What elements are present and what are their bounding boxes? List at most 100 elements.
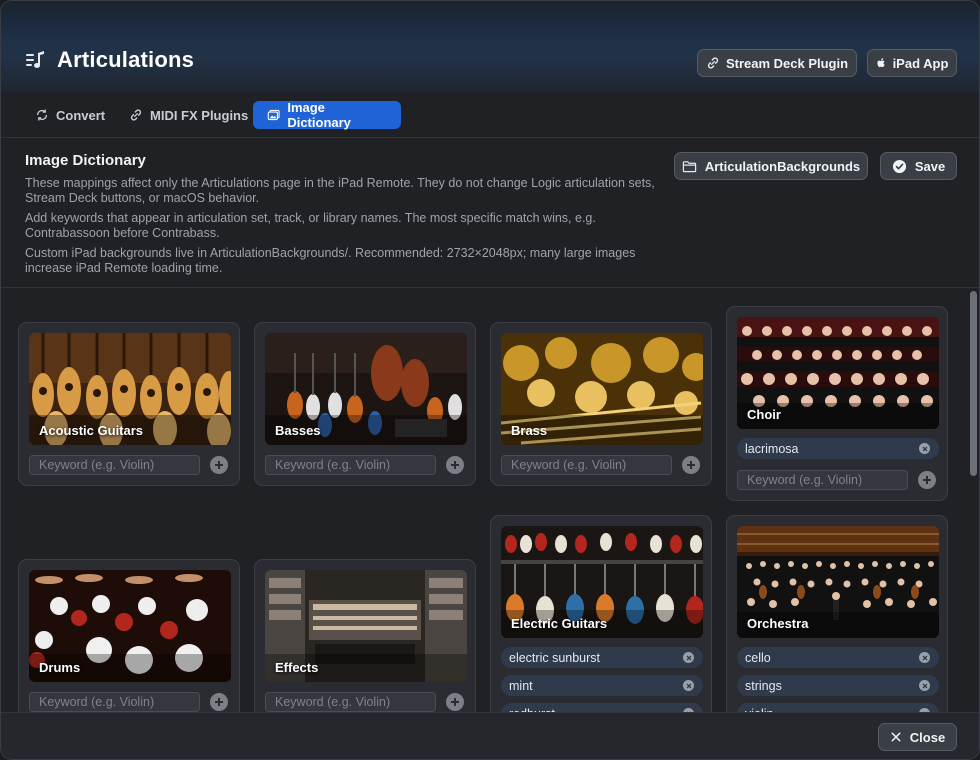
save-button[interactable]: Save xyxy=(880,152,957,180)
keyword-tag: cello xyxy=(737,647,939,668)
image-dictionary-grid[interactable]: Acoustic Guitars Keyword (e.g. Violin) B… xyxy=(1,288,967,712)
remove-keyword-button[interactable] xyxy=(683,680,694,691)
card-image-brass[interactable]: Brass xyxy=(501,333,703,445)
keyword-entry-row: Keyword (e.g. Violin) xyxy=(29,455,231,475)
remove-keyword-button[interactable] xyxy=(919,652,930,663)
close-icon xyxy=(686,655,691,660)
intro-paragraph-keywords: Add keywords that appear in articulation… xyxy=(25,211,596,240)
add-keyword-button[interactable] xyxy=(210,693,228,711)
add-keyword-button[interactable] xyxy=(446,456,464,474)
remove-keyword-button[interactable] xyxy=(919,443,930,454)
checkmark-circle-icon xyxy=(892,159,906,173)
keyword-tag: lacrimosa xyxy=(737,438,939,459)
keyword-input[interactable]: Keyword (e.g. Violin) xyxy=(29,455,200,475)
intro-paragraph-scope: These mappings affect only the Articulat… xyxy=(25,176,655,205)
remove-keyword-button[interactable] xyxy=(683,652,694,663)
image-card-orchestra: Orchestra cello strings violin xyxy=(726,515,948,712)
close-label: Close xyxy=(909,729,946,745)
add-keyword-button[interactable] xyxy=(446,693,464,711)
tab-bar: Convert MIDI FX Plugins Image Dictionary xyxy=(1,93,979,138)
ipad-app-label: iPad App xyxy=(892,55,949,71)
music-list-icon xyxy=(26,51,44,68)
plus-icon xyxy=(451,461,459,469)
card-name: Drums xyxy=(39,660,81,675)
keyword-tag: mint xyxy=(501,675,703,696)
tab-convert-label: Convert xyxy=(56,107,106,123)
keyword-input[interactable]: Keyword (e.g. Violin) xyxy=(265,692,436,712)
keyword-tag: strings xyxy=(737,675,939,696)
tab-image-dictionary[interactable]: Image Dictionary xyxy=(253,100,401,130)
image-card-choir: Choir lacrimosa Keyword (e.g. Violin) xyxy=(726,306,948,501)
image-card-drums: Drums Keyword (e.g. Violin) xyxy=(18,559,240,712)
plus-icon xyxy=(215,698,223,706)
keyword-entry-row: Keyword (e.g. Violin) xyxy=(501,455,703,475)
card-image-drums[interactable]: Drums xyxy=(29,570,231,682)
card-name: Effects xyxy=(275,660,319,675)
refresh-icon xyxy=(36,109,48,121)
keyword-tag-label: strings xyxy=(745,678,782,693)
card-image-electric-guitars[interactable]: Electric Guitars xyxy=(501,526,703,638)
keyword-entry-row: Keyword (e.g. Violin) xyxy=(737,470,939,490)
link-icon xyxy=(707,57,718,69)
image-card-acoustic-guitars: Acoustic Guitars Keyword (e.g. Violin) xyxy=(18,322,240,486)
keyword-input[interactable]: Keyword (e.g. Violin) xyxy=(265,455,436,475)
close-icon xyxy=(922,446,927,451)
scrollbar-thumb[interactable] xyxy=(970,291,977,476)
card-name: Brass xyxy=(511,423,548,438)
keyword-tag-label: cello xyxy=(745,650,771,665)
card-image-orchestra[interactable]: Orchestra xyxy=(737,526,939,638)
add-keyword-button[interactable] xyxy=(210,456,228,474)
app-window: Articulations Stream Deck Plugin iPad Ap… xyxy=(0,0,980,760)
close-button[interactable]: Close xyxy=(878,723,957,751)
remove-keyword-button[interactable] xyxy=(919,680,930,691)
card-image-basses[interactable]: Basses xyxy=(265,333,467,445)
keyword-entry-row: Keyword (e.g. Violin) xyxy=(265,692,467,712)
ipad-app-button[interactable]: iPad App xyxy=(867,49,957,77)
add-keyword-button[interactable] xyxy=(682,456,700,474)
keyword-input[interactable]: Keyword (e.g. Violin) xyxy=(501,455,672,475)
keyword-tag-label: electric sunburst xyxy=(509,650,601,665)
close-icon xyxy=(686,683,691,688)
apple-icon xyxy=(876,58,885,68)
app-title: Articulations xyxy=(57,47,195,72)
card-name: Basses xyxy=(275,423,321,438)
plus-icon xyxy=(687,461,695,469)
image-card-electric-guitars: Electric Guitars electric sunburst mint … xyxy=(490,515,712,712)
keyword-tag: violin xyxy=(737,703,939,712)
card-image-effects[interactable]: Effects xyxy=(265,570,467,682)
card-image-choir[interactable]: Choir xyxy=(737,317,939,429)
image-card-basses: Basses Keyword (e.g. Violin) xyxy=(254,322,476,486)
folder-icon xyxy=(682,160,697,172)
keyword-tag-label: mint xyxy=(509,678,533,693)
card-name: Choir xyxy=(747,407,781,422)
image-card-effects: Effects Keyword (e.g. Violin) xyxy=(254,559,476,712)
tab-convert[interactable]: Convert xyxy=(21,101,119,129)
open-backgrounds-folder-button[interactable]: ArticulationBackgrounds xyxy=(674,152,868,180)
plus-icon xyxy=(451,698,459,706)
intro-paragraph-backgrounds: Custom iPad backgrounds live in Articula… xyxy=(25,246,636,275)
keyword-input[interactable]: Keyword (e.g. Violin) xyxy=(737,470,908,490)
keyword-entry-row: Keyword (e.g. Violin) xyxy=(265,455,467,475)
add-keyword-button[interactable] xyxy=(918,471,936,489)
footer: Close xyxy=(1,712,979,759)
keyword-entry-row: Keyword (e.g. Violin) xyxy=(29,692,231,712)
keyword-tag: electric sunburst xyxy=(501,647,703,668)
plus-icon xyxy=(923,476,931,484)
stream-deck-plugin-label: Stream Deck Plugin xyxy=(725,55,849,71)
card-name: Acoustic Guitars xyxy=(39,423,144,438)
tab-midi-fx-plugins[interactable]: MIDI FX Plugins xyxy=(115,101,262,129)
card-image-acoustic-guitars[interactable]: Acoustic Guitars xyxy=(29,333,231,445)
photos-icon xyxy=(267,109,280,121)
keyword-input[interactable]: Keyword (e.g. Violin) xyxy=(29,692,200,712)
close-icon xyxy=(891,732,901,742)
tab-image-dictionary-label: Image Dictionary xyxy=(287,100,351,130)
intro-section: Image Dictionary These mappings affect o… xyxy=(25,152,665,281)
app-title-group: Articulations xyxy=(25,47,194,73)
stream-deck-plugin-button[interactable]: Stream Deck Plugin xyxy=(697,49,857,77)
tab-midi-fx-plugins-label: MIDI FX Plugins xyxy=(150,107,249,123)
keyword-tag-label: lacrimosa xyxy=(745,441,799,456)
close-icon xyxy=(922,683,927,688)
close-icon xyxy=(922,655,927,660)
link-icon xyxy=(130,109,142,121)
plus-icon xyxy=(215,461,223,469)
